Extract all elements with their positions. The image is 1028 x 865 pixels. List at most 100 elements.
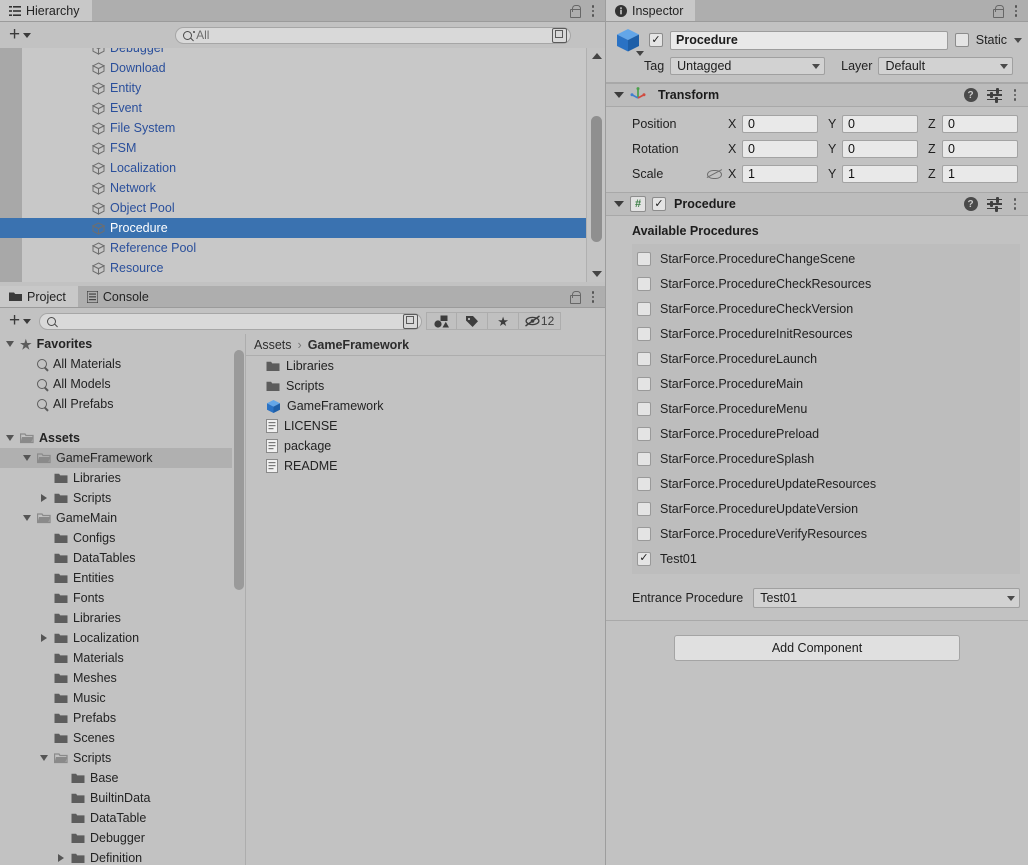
tab-inspector[interactable]: Inspector — [606, 0, 696, 21]
twisty-down-icon[interactable] — [4, 435, 15, 441]
hierarchy-create-button[interactable]: + — [5, 25, 35, 44]
project-tree-item[interactable]: All Models — [0, 374, 245, 394]
project-tree-item[interactable]: Fonts — [0, 588, 245, 608]
project-tree-item[interactable]: Assets — [0, 428, 245, 448]
project-popout-icon[interactable] — [403, 313, 419, 329]
type-filter-icon[interactable] — [426, 312, 458, 330]
hierarchy-item[interactable]: Download — [0, 58, 586, 78]
procedure-list-item[interactable]: StarForce.ProcedureSplash — [632, 446, 1020, 471]
hierarchy-item[interactable]: Scene — [0, 278, 586, 282]
project-tree-item[interactable]: Scripts — [0, 748, 245, 768]
project-tree-scrollbar[interactable] — [232, 334, 245, 865]
transform-field-y[interactable]: 0 — [842, 139, 918, 158]
project-tree-scroll-thumb[interactable] — [233, 350, 244, 590]
project-tree-item[interactable]: Entities — [0, 568, 245, 588]
project-tree-item[interactable]: All Prefabs — [0, 394, 245, 414]
procedure-checkbox[interactable] — [637, 251, 651, 266]
favorite-filter-icon[interactable]: ★ — [488, 312, 520, 330]
hierarchy-item[interactable]: Reference Pool — [0, 238, 586, 258]
layer-dropdown[interactable]: Default — [878, 57, 1014, 75]
project-tree-item[interactable]: Prefabs — [0, 708, 245, 728]
file-list-item[interactable]: LICENSE — [246, 416, 605, 436]
add-component-button[interactable]: Add Component — [674, 635, 960, 661]
project-search-input[interactable] — [60, 314, 400, 328]
hierarchy-item[interactable]: Localization — [0, 158, 586, 178]
procedure-checkbox[interactable] — [637, 476, 651, 491]
project-tree-item[interactable]: Scripts — [0, 488, 245, 508]
hierarchy-search-box[interactable] — [175, 26, 572, 44]
file-list-item[interactable]: README — [246, 456, 605, 476]
hierarchy-item[interactable]: Procedure — [0, 218, 586, 238]
scroll-up-arrow-icon[interactable] — [587, 48, 605, 64]
inspector-menu-icon[interactable] — [1012, 5, 1021, 17]
procedure-checkbox[interactable] — [637, 551, 651, 566]
procedure-list-item[interactable]: StarForce.ProcedureCheckVersion — [632, 296, 1020, 321]
project-tree-item[interactable]: DataTable — [0, 808, 245, 828]
procedure-list-item[interactable]: StarForce.ProcedureLaunch — [632, 346, 1020, 371]
project-tree-item[interactable]: Music — [0, 688, 245, 708]
procedure-component-header[interactable]: # Procedure ? — [606, 192, 1028, 216]
transform-field-x[interactable]: 1 — [742, 164, 818, 183]
project-tree-item[interactable]: ★ Favorites — [0, 334, 245, 354]
preset-icon[interactable] — [986, 87, 1002, 103]
twisty-down-icon[interactable] — [21, 455, 32, 461]
project-search-box[interactable] — [39, 312, 423, 330]
procedure-list-item[interactable]: StarForce.ProcedureChangeScene — [632, 246, 1020, 271]
foldout-icon[interactable] — [614, 201, 624, 207]
file-list-item[interactable]: package — [246, 436, 605, 456]
procedure-checkbox[interactable] — [637, 501, 651, 516]
lock-icon[interactable] — [992, 5, 1004, 18]
procedure-checkbox[interactable] — [637, 326, 651, 341]
project-tree-item[interactable]: Base — [0, 768, 245, 788]
project-tree-item[interactable]: DataTables — [0, 548, 245, 568]
twisty-right-icon[interactable] — [38, 494, 49, 502]
transform-field-z[interactable]: 0 — [942, 114, 1018, 133]
procedure-list-item[interactable]: StarForce.ProcedureVerifyResources — [632, 521, 1020, 546]
project-tree-item[interactable]: GameMain — [0, 508, 245, 528]
procedure-list-item[interactable]: StarForce.ProcedureMenu — [632, 396, 1020, 421]
lock-icon[interactable] — [569, 291, 581, 304]
procedure-list-item[interactable]: StarForce.ProcedureUpdateResources — [632, 471, 1020, 496]
procedure-enabled-checkbox[interactable] — [652, 197, 666, 211]
transform-field-z[interactable]: 0 — [942, 139, 1018, 158]
static-dropdown-caret-icon[interactable] — [1014, 37, 1022, 43]
scroll-down-arrow-icon[interactable] — [587, 266, 605, 282]
transform-field-y[interactable]: 0 — [842, 114, 918, 133]
breadcrumb-root[interactable]: Assets — [254, 338, 292, 352]
procedure-checkbox[interactable] — [637, 401, 651, 416]
twisty-right-icon[interactable] — [55, 854, 66, 862]
project-tree-item[interactable]: All Materials — [0, 354, 245, 374]
procedure-checkbox[interactable] — [637, 426, 651, 441]
hierarchy-item[interactable]: Object Pool — [0, 198, 586, 218]
transform-component-header[interactable]: Transform ? — [606, 83, 1028, 107]
twisty-down-icon[interactable] — [4, 341, 15, 347]
procedure-checkbox[interactable] — [637, 451, 651, 466]
project-create-button[interactable]: + — [5, 311, 35, 330]
procedure-list-item[interactable]: Test01 — [632, 546, 1020, 571]
hierarchy-scroll-thumb[interactable] — [591, 116, 602, 242]
procedure-list-item[interactable]: StarForce.ProcedureInitResources — [632, 321, 1020, 346]
constrain-proportions-off-icon[interactable] — [706, 167, 722, 180]
object-name-field[interactable]: Procedure — [670, 30, 948, 50]
procedure-list-item[interactable]: StarForce.ProcedureMain — [632, 371, 1020, 396]
lock-icon[interactable] — [569, 5, 581, 18]
scroll-up-arrow-icon[interactable] — [234, 336, 242, 355]
hierarchy-item[interactable]: Resource — [0, 258, 586, 278]
project-tree-item[interactable]: Scenes — [0, 728, 245, 748]
hierarchy-item[interactable]: Event — [0, 98, 586, 118]
hierarchy-item[interactable]: FSM — [0, 138, 586, 158]
hidden-count-icon[interactable]: 12 — [519, 312, 562, 330]
file-list-item[interactable]: Scripts — [246, 376, 605, 396]
tab-console[interactable]: Console — [77, 286, 161, 307]
hierarchy-item[interactable]: Network — [0, 178, 586, 198]
project-tree-item[interactable]: Materials — [0, 648, 245, 668]
hierarchy-item[interactable]: Debugger — [0, 48, 586, 58]
twisty-right-icon[interactable] — [38, 634, 49, 642]
project-tree-item[interactable]: Configs — [0, 528, 245, 548]
object-enabled-checkbox[interactable] — [649, 33, 663, 47]
tag-dropdown[interactable]: Untagged — [670, 57, 826, 75]
prefab-dropdown-caret-icon[interactable] — [636, 51, 644, 56]
label-filter-icon[interactable] — [457, 312, 489, 330]
twisty-down-icon[interactable] — [21, 515, 32, 521]
hierarchy-item[interactable]: File System — [0, 118, 586, 138]
